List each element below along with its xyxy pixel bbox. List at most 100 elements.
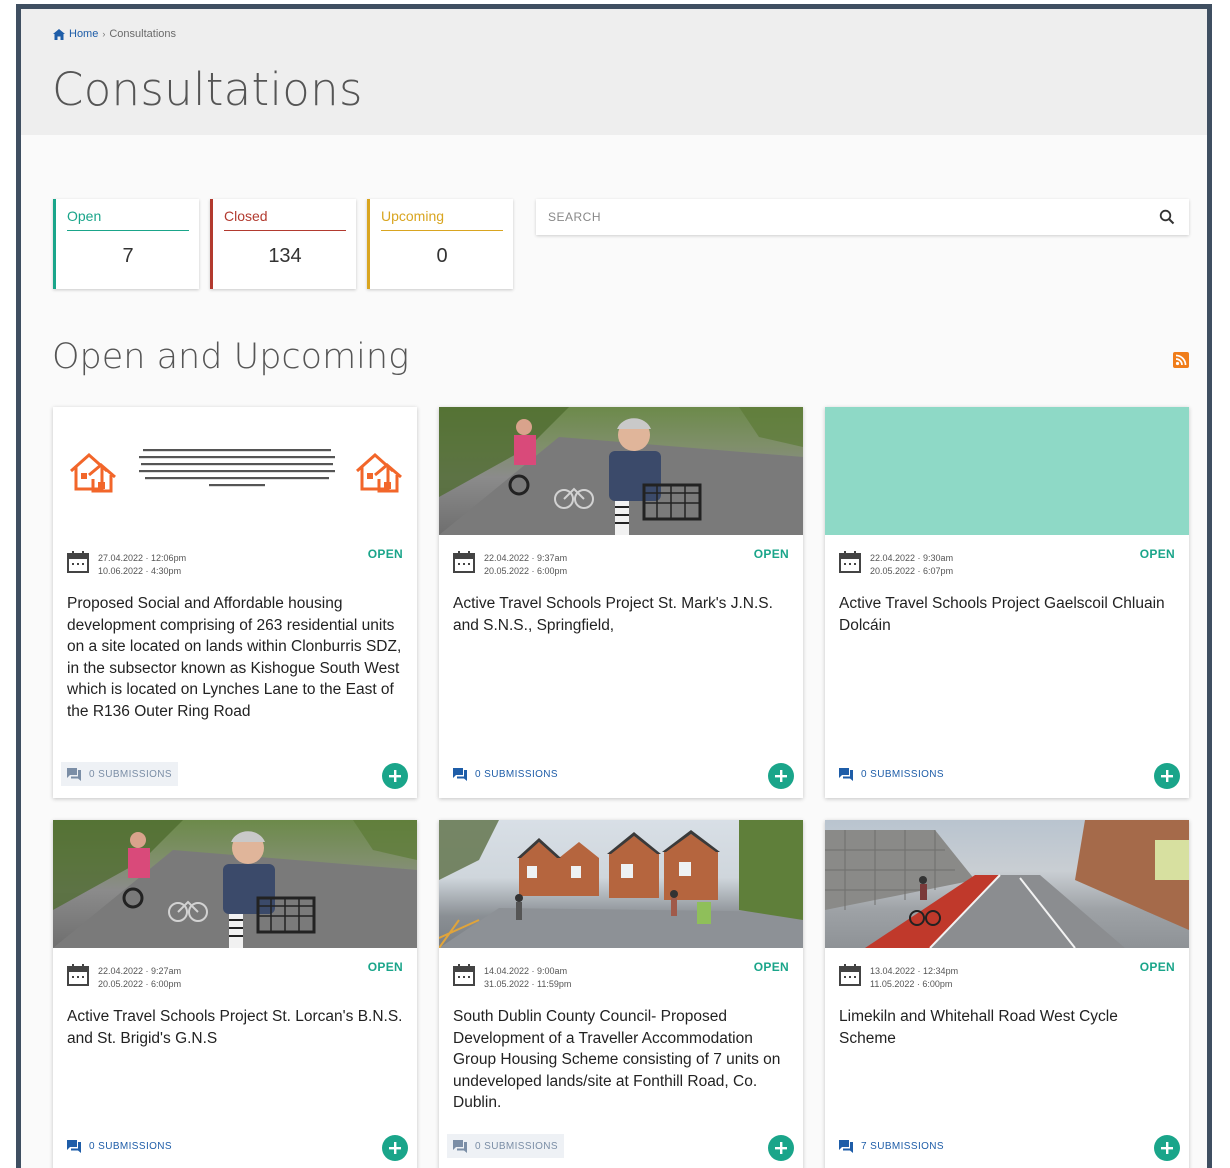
card-image-housing-render xyxy=(439,820,803,948)
start-date: 22.04.2022 · 9:27am xyxy=(98,966,182,976)
filter-closed[interactable]: Closed 134 xyxy=(210,199,356,289)
calendar-icon xyxy=(453,964,475,986)
end-date: 11.05.2022 · 6:00pm xyxy=(870,979,953,989)
consultation-card[interactable]: 22.04.2022 · 9:30am 20.05.2022 · 6:07pm … xyxy=(825,407,1189,798)
calendar-icon xyxy=(67,964,89,986)
consultation-card[interactable]: 14.04.2022 · 9:00am 31.05.2022 · 11:59pm… xyxy=(439,820,803,1168)
end-date: 20.05.2022 · 6:07pm xyxy=(870,566,954,576)
plus-icon xyxy=(775,770,787,782)
plus-icon xyxy=(1161,770,1173,782)
text-lines-graphic xyxy=(139,449,335,487)
card-dates: 27.04.2022 · 12:06pm 10.06.2022 · 4:30pm xyxy=(67,551,186,578)
plus-icon xyxy=(389,1142,401,1154)
filter-upcoming-count: 0 xyxy=(436,245,448,267)
submissions-link[interactable]: 0 SUBMISSIONS xyxy=(447,1134,564,1158)
submissions-count: 0 SUBMISSIONS xyxy=(89,768,172,780)
start-date: 22.04.2022 · 9:37am xyxy=(484,553,568,563)
cycle-lane-graphic xyxy=(825,820,1189,948)
submissions-count: 0 SUBMISSIONS xyxy=(475,1140,558,1152)
card-title[interactable]: Proposed Social and Affordable housing d… xyxy=(67,593,403,722)
card-image-cyclists-photo xyxy=(439,407,803,535)
card-dates: 13.04.2022 · 12:34pm 11.05.2022 · 6:00pm xyxy=(839,964,958,991)
submissions-link[interactable]: 0 SUBMISSIONS xyxy=(833,762,950,786)
card-title[interactable]: Active Travel Schools Project St. Mark's… xyxy=(453,593,789,636)
plus-icon xyxy=(389,770,401,782)
add-submission-button[interactable] xyxy=(1154,763,1180,789)
card-dates: 22.04.2022 · 9:37am 20.05.2022 · 6:00pm xyxy=(453,551,567,578)
filter-open-label: Open xyxy=(67,208,189,231)
calendar-icon xyxy=(839,551,861,573)
end-date: 20.05.2022 · 6:00pm xyxy=(484,566,568,576)
plus-icon xyxy=(1161,1142,1173,1154)
search-box xyxy=(536,199,1189,235)
add-submission-button[interactable] xyxy=(1154,1135,1180,1161)
status-badge: OPEN xyxy=(1139,960,1175,974)
add-submission-button[interactable] xyxy=(768,763,794,789)
card-title[interactable]: Active Travel Schools Project St. Lorcan… xyxy=(67,1006,403,1049)
card-dates: 22.04.2022 · 9:30am 20.05.2022 · 6:07pm xyxy=(839,551,953,578)
chat-icon xyxy=(453,1139,467,1153)
card-title[interactable]: Active Travel Schools Project Gaelscoil … xyxy=(839,593,1175,636)
submissions-link[interactable]: 0 SUBMISSIONS xyxy=(61,1134,178,1158)
filter-closed-label: Closed xyxy=(224,208,346,231)
card-dates: 14.04.2022 · 9:00am 31.05.2022 · 11:59pm xyxy=(453,964,571,991)
card-dates: 22.04.2022 · 9:27am 20.05.2022 · 6:00pm xyxy=(67,964,181,991)
calendar-icon xyxy=(453,551,475,573)
chat-icon xyxy=(67,1139,81,1153)
card-image-teal-placeholder xyxy=(825,407,1189,535)
status-badge: OPEN xyxy=(367,960,403,974)
filter-upcoming[interactable]: Upcoming 0 xyxy=(367,199,513,289)
date-range: 22.04.2022 · 9:30am 20.05.2022 · 6:07pm xyxy=(870,552,953,578)
add-submission-button[interactable] xyxy=(382,763,408,789)
section-title: Open and Upcoming xyxy=(52,337,410,377)
card-image-house-banner xyxy=(53,407,417,535)
rss-icon[interactable] xyxy=(1173,352,1189,368)
status-filters: Open 7 Closed 134 Upcoming 0 xyxy=(53,199,513,289)
add-submission-button[interactable] xyxy=(768,1135,794,1161)
breadcrumb: Home › Consultations xyxy=(53,28,176,40)
date-range: 27.04.2022 · 12:06pm 10.06.2022 · 4:30pm xyxy=(98,552,186,578)
house-icon xyxy=(356,452,402,493)
submissions-count: 0 SUBMISSIONS xyxy=(89,1140,172,1152)
end-date: 20.05.2022 · 6:00pm xyxy=(98,979,182,989)
calendar-icon xyxy=(67,551,89,573)
date-range: 14.04.2022 · 9:00am 31.05.2022 · 11:59pm xyxy=(484,965,571,991)
breadcrumb-home-link[interactable]: Home xyxy=(69,28,98,40)
card-title[interactable]: South Dublin County Council- Proposed De… xyxy=(453,1006,789,1114)
end-date: 10.06.2022 · 4:30pm xyxy=(98,566,182,576)
submissions-count: 7 SUBMISSIONS xyxy=(861,1140,944,1152)
page-frame: Home › Consultations Consultations Open … xyxy=(16,4,1212,1168)
search-icon[interactable] xyxy=(1159,209,1175,225)
chat-icon xyxy=(839,767,853,781)
plus-icon xyxy=(775,1142,787,1154)
date-range: 13.04.2022 · 12:34pm 11.05.2022 · 6:00pm xyxy=(870,965,958,991)
breadcrumb-separator: › xyxy=(102,29,106,39)
filter-closed-count: 134 xyxy=(268,245,302,267)
consultation-card[interactable]: 22.04.2022 · 9:27am 20.05.2022 · 6:00pm … xyxy=(53,820,417,1168)
submissions-link[interactable]: 7 SUBMISSIONS xyxy=(833,1134,950,1158)
consultation-card[interactable]: 27.04.2022 · 12:06pm 10.06.2022 · 4:30pm… xyxy=(53,407,417,798)
page-title: Consultations xyxy=(52,63,363,116)
status-badge: OPEN xyxy=(753,960,789,974)
page-header: Home › Consultations Consultations xyxy=(21,9,1207,135)
start-date: 13.04.2022 · 12:34pm xyxy=(870,966,959,976)
cyclists-graphic xyxy=(53,820,417,948)
chat-icon xyxy=(453,767,467,781)
chat-icon xyxy=(839,1139,853,1153)
submissions-link[interactable]: 0 SUBMISSIONS xyxy=(447,762,564,786)
consultation-card[interactable]: 22.04.2022 · 9:37am 20.05.2022 · 6:00pm … xyxy=(439,407,803,798)
status-badge: OPEN xyxy=(753,547,789,561)
card-image-cycle-lane-render xyxy=(825,820,1189,948)
submissions-link[interactable]: 0 SUBMISSIONS xyxy=(61,762,178,786)
house-icon xyxy=(70,452,116,493)
card-title[interactable]: Limekiln and Whitehall Road West Cycle S… xyxy=(839,1006,1175,1049)
status-badge: OPEN xyxy=(1139,547,1175,561)
end-date: 31.05.2022 · 11:59pm xyxy=(484,979,572,989)
filter-open[interactable]: Open 7 xyxy=(53,199,199,289)
filter-upcoming-label: Upcoming xyxy=(381,208,503,231)
consultation-card[interactable]: 13.04.2022 · 12:34pm 11.05.2022 · 6:00pm… xyxy=(825,820,1189,1168)
home-icon[interactable] xyxy=(53,28,65,40)
add-submission-button[interactable] xyxy=(382,1135,408,1161)
cyclists-graphic xyxy=(439,407,803,535)
search-input[interactable] xyxy=(536,199,1136,235)
